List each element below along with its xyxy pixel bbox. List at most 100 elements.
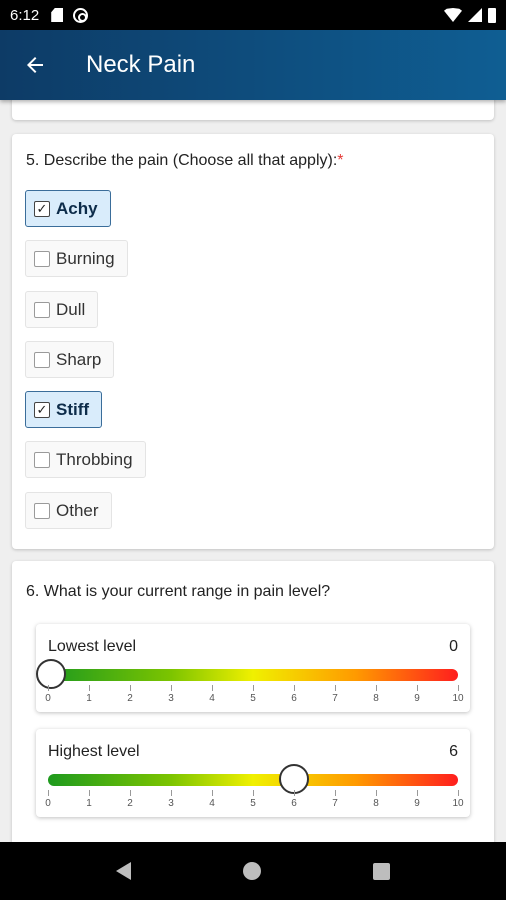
battery-icon	[488, 7, 496, 23]
slider-tick-label: 0	[45, 693, 51, 704]
option-stiff[interactable]: ✓ Stiff	[25, 391, 103, 428]
slider-tick-label: 7	[332, 693, 338, 704]
page-title: Neck Pain	[86, 51, 196, 78]
slider-tick-label: 6	[291, 798, 297, 809]
sd-card-icon	[51, 8, 64, 22]
option-burning[interactable]: Burning	[25, 240, 128, 277]
checkbox[interactable]	[34, 351, 50, 368]
slider-tick-label: 5	[250, 693, 256, 704]
slider-tick	[89, 685, 90, 691]
option-dull[interactable]: Dull	[25, 291, 99, 328]
slider-tick-label: 9	[414, 693, 420, 704]
required-marker: *	[337, 152, 344, 169]
slider-value: 6	[449, 743, 458, 760]
slider-tick	[458, 790, 459, 796]
navigation-bar	[0, 842, 506, 900]
slider-label: Lowest level	[48, 638, 137, 655]
slider-tick	[458, 685, 459, 691]
slider-tick	[376, 790, 377, 796]
slider-tick	[89, 790, 90, 796]
option-other[interactable]: Other	[25, 492, 112, 529]
slider-tick-label: 0	[45, 798, 51, 809]
slider-tick-label: 6	[291, 693, 297, 704]
slider-value: 0	[449, 638, 458, 655]
slider-tick	[294, 790, 295, 796]
slider-tick	[130, 790, 131, 796]
nav-back-icon[interactable]	[116, 862, 131, 880]
checkbox[interactable]: ✓	[34, 401, 50, 418]
back-button[interactable]	[0, 30, 70, 100]
status-bar: 6:12	[0, 0, 506, 30]
nav-recents-icon[interactable]	[373, 862, 390, 880]
slider-label: Highest level	[48, 743, 140, 760]
question-5-text: 5. Describe the pain (Choose all that ap…	[26, 152, 338, 169]
slider-track[interactable]	[48, 669, 458, 681]
app-bar: Neck Pain	[0, 30, 506, 100]
slider-tick-label: 8	[373, 798, 379, 809]
option-achy[interactable]: ✓ Achy	[25, 190, 111, 227]
slider-tick	[376, 685, 377, 691]
option-label: Stiff	[56, 399, 90, 419]
slider-thumb[interactable]	[36, 659, 66, 689]
option-label: Other	[56, 500, 99, 520]
slider-card-highest: Highest level 6 0 1 2 3 4 5 6 7 8 9 10	[36, 729, 470, 817]
slider-tick	[417, 685, 418, 691]
arrow-left-icon	[27, 57, 43, 73]
slider-tick-label: 8	[373, 693, 379, 704]
status-icons-left	[51, 7, 89, 23]
option-label: Throbbing	[56, 449, 133, 469]
wifi-icon	[444, 8, 462, 22]
slider-tick	[48, 790, 49, 796]
option-label: Burning	[56, 248, 115, 268]
slider-tick	[171, 685, 172, 691]
check-icon: ✓	[36, 201, 48, 216]
slider-tick	[171, 790, 172, 796]
slider-tick-label: 10	[452, 798, 464, 809]
slider-track[interactable]	[48, 774, 458, 786]
option-label: Dull	[56, 299, 86, 319]
previous-question-card	[12, 100, 494, 120]
slider-tick	[212, 790, 213, 796]
slider-tick-label: 4	[209, 693, 215, 704]
slider-tick-label: 9	[414, 798, 420, 809]
slider-tick-label: 3	[168, 693, 174, 704]
slider-tick-label: 1	[86, 693, 92, 704]
option-sharp[interactable]: Sharp	[25, 341, 115, 378]
slider-tick-label: 7	[332, 798, 338, 809]
checkbox[interactable]	[34, 502, 50, 519]
slider-tick-label: 1	[86, 798, 92, 809]
checkbox[interactable]	[34, 301, 50, 318]
question-6-title: 6. What is your current range in pain le…	[26, 583, 331, 600]
at-sign-icon	[73, 7, 89, 23]
slider-tick	[335, 790, 336, 796]
slider-tick	[253, 790, 254, 796]
slider-tick-label: 3	[168, 798, 174, 809]
slider-tick	[212, 685, 213, 691]
check-icon: ✓	[36, 402, 48, 417]
signal-icon	[468, 8, 482, 22]
slider-tick-label: 10	[452, 693, 464, 704]
slider-tick	[130, 685, 131, 691]
checkbox[interactable]	[34, 451, 50, 468]
question-6-card: 6. What is your current range in pain le…	[12, 561, 494, 842]
slider-tick-label: 5	[250, 798, 256, 809]
status-time: 6:12	[10, 6, 40, 24]
status-icons-right	[444, 7, 496, 23]
question-5-title: 5. Describe the pain (Choose all that ap…	[26, 152, 344, 170]
slider-tick	[294, 685, 295, 691]
slider-tick-label: 4	[209, 798, 215, 809]
slider-tick	[335, 685, 336, 691]
slider-card-lowest: Lowest level 0 0 1 2 3 4 5 6 7 8 9 10	[36, 624, 470, 712]
checkbox[interactable]	[34, 250, 50, 267]
slider-tick-label: 2	[127, 693, 133, 704]
checkbox[interactable]: ✓	[34, 200, 50, 217]
slider-tick	[417, 790, 418, 796]
form-content[interactable]: 5. Describe the pain (Choose all that ap…	[0, 100, 506, 842]
slider-tick	[253, 685, 254, 691]
option-label: Achy	[56, 198, 98, 218]
slider-tick-label: 2	[127, 798, 133, 809]
slider-tick	[48, 685, 49, 691]
option-throbbing[interactable]: Throbbing	[25, 441, 146, 478]
nav-home-icon[interactable]	[243, 862, 261, 880]
option-label: Sharp	[56, 349, 102, 369]
